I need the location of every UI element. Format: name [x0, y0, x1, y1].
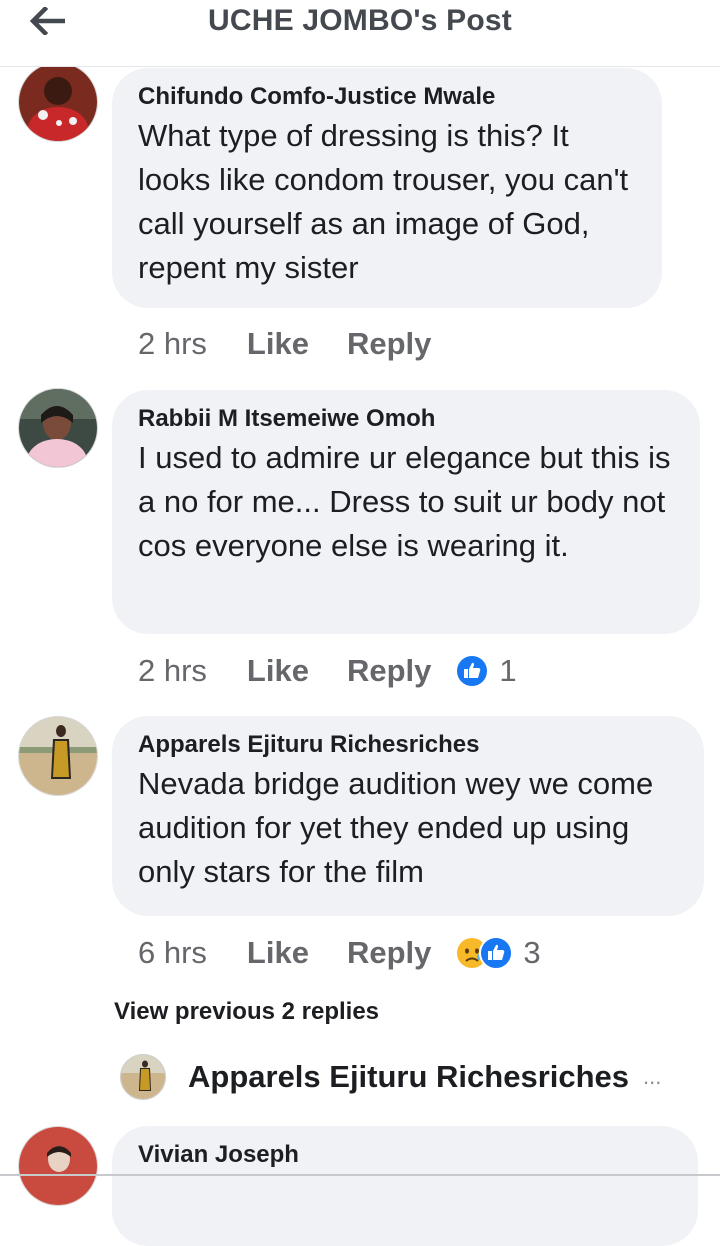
avatar[interactable] [18, 62, 98, 142]
comment-bubble[interactable]: Vivian Joseph [112, 1126, 698, 1246]
comment-bubble[interactable]: Chifundo Comfo-Justice Mwale What type o… [112, 68, 662, 308]
like-icon [455, 654, 490, 688]
avatar[interactable] [18, 716, 98, 796]
reply-button[interactable]: Reply [347, 935, 431, 971]
comment-text: What type of dressing is this? It looks … [138, 118, 629, 285]
comment-text: I used to admire ur elegance but this is… [138, 440, 671, 563]
like-button[interactable]: Like [247, 326, 309, 362]
more-indicator: ... [643, 1064, 662, 1089]
comment-time[interactable]: 6 hrs [138, 935, 207, 971]
reaction-summary[interactable]: 1 [455, 653, 517, 689]
comment-text: Nevada bridge audition wey we come audit… [138, 766, 654, 889]
comment-actions: 6 hrs Like Reply 3 [138, 933, 541, 973]
comment-time[interactable]: 2 hrs [138, 653, 207, 689]
comment-author[interactable]: Apparels Ejituru Richesriches [138, 730, 678, 760]
comment-time[interactable]: 2 hrs [138, 326, 207, 362]
reaction-count: 3 [523, 935, 541, 970]
reaction-summary[interactable]: 3 [455, 935, 541, 971]
comment-actions: 2 hrs Like Reply [138, 324, 469, 364]
avatar[interactable] [120, 1054, 166, 1100]
avatar[interactable] [18, 388, 98, 468]
reply-button[interactable]: Reply [347, 653, 431, 689]
reply-preview[interactable]: Apparels Ejituru Richesriches ... [120, 1054, 661, 1100]
like-icon [479, 936, 514, 970]
page-title: UCHE JOMBO's Post [208, 4, 512, 37]
like-button[interactable]: Like [247, 935, 309, 971]
avatar[interactable] [18, 1126, 98, 1206]
post-header: UCHE JOMBO's Post [0, 0, 720, 67]
view-previous-replies-link[interactable]: View previous 2 replies [114, 998, 379, 1026]
like-button[interactable]: Like [247, 653, 309, 689]
reply-button[interactable]: Reply [347, 326, 431, 362]
comment-bubble[interactable]: Apparels Ejituru Richesriches Nevada bri… [112, 716, 704, 916]
bottom-divider [0, 1174, 720, 1176]
comment-bubble[interactable]: Rabbii M Itsemeiwe Omoh I used to admire… [112, 390, 700, 634]
comment-author[interactable]: Chifundo Comfo-Justice Mwale [138, 82, 636, 112]
reaction-count: 1 [499, 653, 517, 688]
reply-author[interactable]: Apparels Ejituru Richesriches [188, 1059, 629, 1095]
comment-author[interactable]: Rabbii M Itsemeiwe Omoh [138, 404, 674, 434]
comment-author[interactable]: Vivian Joseph [138, 1140, 672, 1170]
comment-actions: 2 hrs Like Reply 1 [138, 651, 517, 691]
